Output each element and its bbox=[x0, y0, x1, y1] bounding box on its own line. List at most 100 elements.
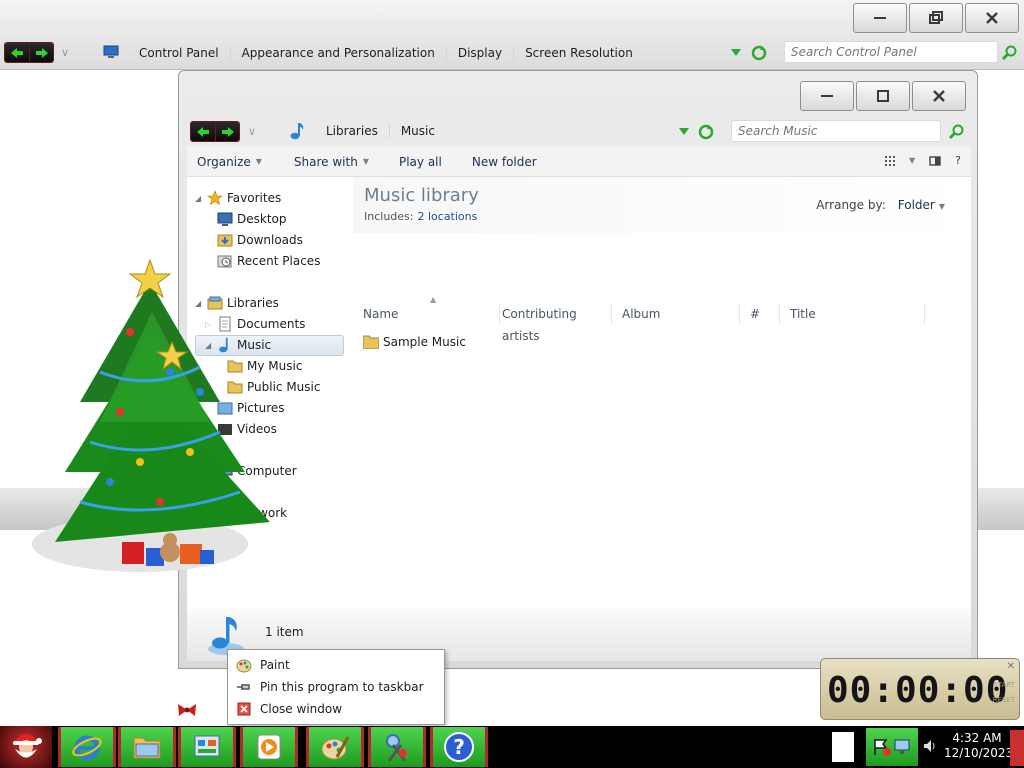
svg-text:?: ? bbox=[453, 735, 465, 759]
notification-area-placeholder bbox=[832, 732, 854, 762]
volume-icon[interactable] bbox=[922, 738, 938, 754]
dropdown-arrow-icon: ▼ bbox=[362, 157, 369, 166]
breadcrumb-display[interactable]: Display bbox=[447, 46, 515, 60]
includes-locations-link[interactable]: 2 locations bbox=[417, 210, 477, 223]
menu-item-label: Paint bbox=[260, 658, 290, 672]
organize-button[interactable]: Organize ▼ bbox=[187, 155, 272, 169]
dropdown-arrow-icon[interactable]: ▼ bbox=[939, 202, 945, 211]
new-folder-label: New folder bbox=[471, 154, 537, 169]
restore-button[interactable] bbox=[909, 3, 963, 33]
recent-pages-chevron-icon[interactable]: ∨ bbox=[61, 46, 69, 59]
library-header: Music library Includes: 2 locations Arran… bbox=[353, 177, 971, 233]
control-panel-window: ∨ Control Panel Appearance and Personali… bbox=[0, 0, 1024, 70]
music-search-box[interactable] bbox=[731, 120, 941, 142]
column-track-number[interactable]: # bbox=[740, 303, 780, 325]
timer-start-button[interactable]: START bbox=[993, 681, 1015, 689]
play-all-button[interactable]: Play all bbox=[389, 155, 452, 169]
menu-item-paint[interactable]: Paint bbox=[232, 654, 440, 676]
command-bar: Organize ▼ Share with ▼ Play all New folde… bbox=[187, 147, 971, 177]
explorer-refresh-icon[interactable] bbox=[698, 124, 714, 140]
breadcrumb-appearance[interactable]: Appearance and Personalization bbox=[231, 46, 447, 60]
start-button[interactable] bbox=[0, 726, 52, 768]
explorer-maximize-button[interactable] bbox=[856, 81, 910, 111]
taskbar-windows-explorer-button[interactable] bbox=[118, 727, 176, 767]
nav-item-desktop[interactable]: Desktop bbox=[217, 209, 287, 229]
close-icon bbox=[986, 12, 998, 24]
taskbar-clock[interactable]: 4:32 AM 12/10/2023 bbox=[944, 731, 1013, 761]
control-panel-search-input[interactable] bbox=[791, 45, 997, 59]
snipping-tool-icon bbox=[386, 734, 407, 762]
explorer-close-button[interactable] bbox=[912, 81, 966, 111]
expand-arrow-icon[interactable]: ◢ bbox=[195, 194, 205, 203]
taskbar-snipping-tool-button[interactable] bbox=[368, 727, 426, 767]
refresh-icon[interactable] bbox=[751, 45, 767, 61]
breadcrumb-libraries[interactable]: Libraries bbox=[315, 124, 390, 138]
timer-gadget[interactable]: 00:00:00 ✕ START RESET bbox=[820, 658, 1020, 720]
explorer-minimize-button[interactable] bbox=[800, 81, 854, 111]
new-folder-button[interactable]: New folder bbox=[462, 155, 547, 169]
back-button[interactable] bbox=[5, 43, 29, 62]
arrange-by-dropdown[interactable]: Folder bbox=[898, 198, 935, 212]
system-tray bbox=[866, 728, 918, 766]
timer-reset-button[interactable]: RESET bbox=[993, 696, 1015, 704]
explorer-forward-button[interactable] bbox=[215, 122, 239, 141]
list-item[interactable]: Sample Music bbox=[363, 335, 466, 349]
show-desktop-button[interactable] bbox=[1010, 730, 1024, 766]
taskbar-help-button[interactable]: ? bbox=[430, 727, 488, 767]
explorer-address-dropdown-icon[interactable] bbox=[679, 128, 689, 136]
clock-time: 4:32 AM bbox=[952, 731, 1002, 745]
address-dropdown-icon[interactable] bbox=[731, 49, 741, 57]
breadcrumb-control-panel[interactable]: Control Panel bbox=[128, 46, 231, 60]
arrange-by-label: Arrange by: bbox=[816, 198, 886, 212]
downloads-folder-icon bbox=[217, 234, 233, 247]
star-icon bbox=[207, 190, 223, 206]
column-album[interactable]: Album bbox=[612, 303, 740, 325]
minimize-button[interactable] bbox=[853, 3, 907, 33]
forward-arrow-icon bbox=[35, 47, 48, 58]
breadcrumb-screen-resolution[interactable]: Screen Resolution bbox=[514, 46, 644, 60]
internet-explorer-icon bbox=[72, 735, 102, 761]
taskbar-control-panel-button[interactable] bbox=[178, 727, 236, 767]
taskbar-paint-button[interactable] bbox=[306, 727, 364, 767]
control-panel-icon bbox=[103, 45, 119, 58]
preview-pane-icon[interactable] bbox=[929, 155, 941, 166]
close-button[interactable] bbox=[965, 3, 1019, 33]
taskbar-internet-explorer-button[interactable] bbox=[58, 727, 116, 767]
media-player-icon bbox=[257, 734, 281, 760]
taskbar-media-player-button[interactable] bbox=[240, 727, 298, 767]
view-options-icon[interactable] bbox=[885, 155, 895, 166]
control-panel-icon bbox=[194, 735, 220, 757]
explorer-back-button[interactable] bbox=[191, 122, 215, 141]
nav-item-downloads[interactable]: Downloads bbox=[217, 230, 303, 250]
music-search-input[interactable] bbox=[738, 124, 940, 138]
help-button[interactable]: ? bbox=[955, 154, 961, 167]
network-icon[interactable] bbox=[893, 737, 913, 757]
gadget-close-icon[interactable]: ✕ bbox=[1007, 661, 1015, 672]
taskbar-jump-list-menu: Paint Pin this program to taskbar Close … bbox=[227, 649, 445, 725]
action-center-flag-icon[interactable] bbox=[872, 737, 892, 757]
share-with-button[interactable]: Share with ▼ bbox=[284, 155, 379, 169]
breadcrumb-music[interactable]: Music bbox=[390, 124, 446, 138]
view-dropdown-arrow-icon[interactable]: ▼ bbox=[909, 156, 915, 165]
santa-start-icon bbox=[13, 734, 42, 758]
forward-button[interactable] bbox=[29, 43, 53, 62]
explorer-recent-pages-chevron-icon[interactable]: ∨ bbox=[248, 125, 256, 138]
column-name[interactable]: Name bbox=[353, 303, 500, 325]
bow-decoration-icon bbox=[178, 704, 196, 716]
control-panel-search-box[interactable] bbox=[784, 41, 998, 63]
menu-item-pin-to-taskbar[interactable]: Pin this program to taskbar bbox=[232, 676, 440, 698]
explorer-content: ◢ Favorites Desktop Downloads Recent Pla… bbox=[187, 177, 971, 609]
maximize-icon bbox=[877, 90, 889, 102]
column-contributing-artists[interactable]: Contributing artists bbox=[492, 303, 612, 343]
nav-label: Downloads bbox=[237, 233, 303, 247]
menu-item-close-window[interactable]: Close window bbox=[232, 698, 440, 720]
share-with-label: Share with bbox=[293, 154, 358, 169]
music-library-window: ∨ Libraries Music Organize ▼ Share with ▼ … bbox=[178, 70, 978, 669]
search-icon[interactable] bbox=[949, 124, 965, 140]
column-title[interactable]: Title bbox=[780, 303, 925, 325]
file-name: Sample Music bbox=[383, 335, 466, 349]
restore-icon bbox=[929, 11, 943, 24]
control-panel-nav bbox=[4, 42, 54, 63]
search-icon[interactable] bbox=[1002, 45, 1018, 61]
nav-item-favorites[interactable]: ◢ Favorites bbox=[195, 188, 281, 208]
